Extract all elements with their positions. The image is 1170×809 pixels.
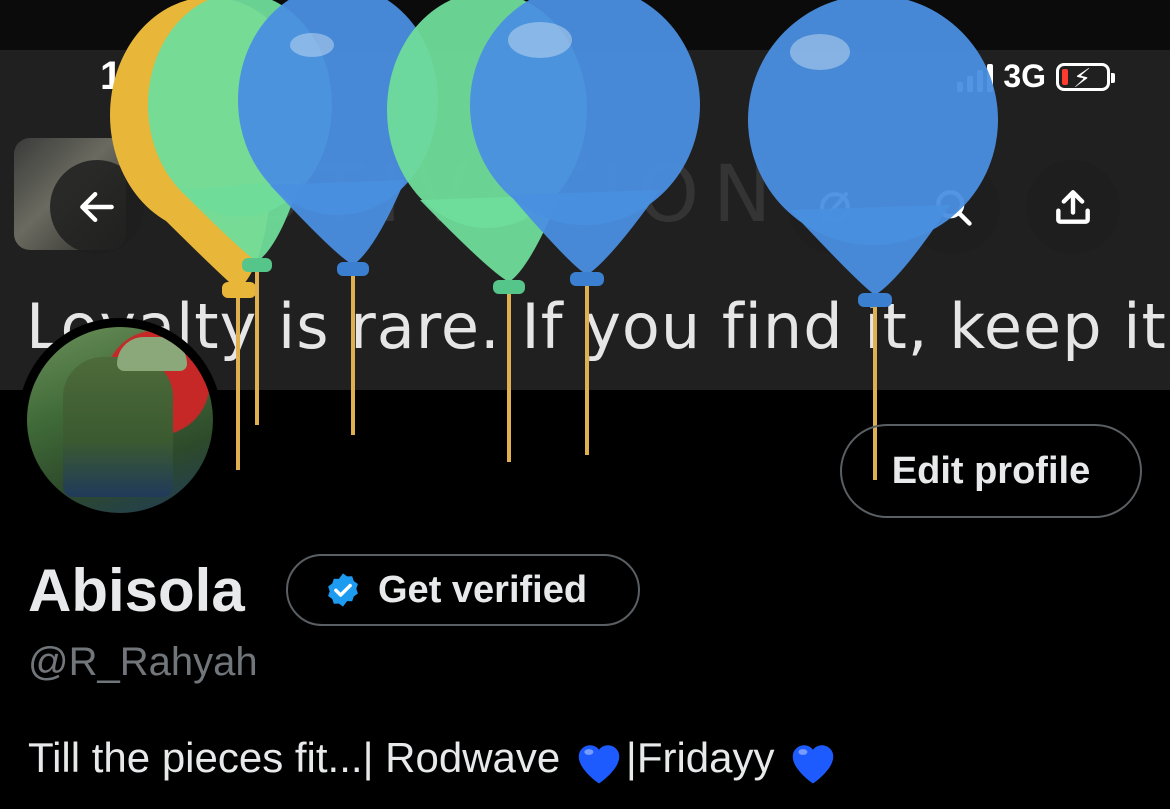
- eye-slash-icon: [820, 192, 850, 222]
- back-button[interactable]: [50, 160, 144, 254]
- status-time: 15:01: [100, 54, 203, 98]
- status-indicators: 3G ⚡: [957, 58, 1115, 95]
- verified-badge-icon: [328, 573, 358, 607]
- hide-button[interactable]: [788, 160, 882, 254]
- arrow-left-icon: [80, 191, 114, 223]
- banner-watermark: MOTIVATION: [160, 150, 786, 240]
- avatar[interactable]: [18, 318, 222, 522]
- charging-icon: ⚡: [1073, 62, 1092, 93]
- blue-heart-icon: [792, 745, 834, 784]
- search-icon: [936, 190, 972, 226]
- profile-name: Abisola: [28, 557, 245, 624]
- profile-bio: Till the pieces fit...| Rodwave |Fridayy: [28, 734, 840, 786]
- network-type: 3G: [1003, 58, 1046, 94]
- edit-profile-button[interactable]: Edit profile: [840, 424, 1142, 518]
- avatar-photo: [27, 327, 213, 513]
- get-verified-button[interactable]: Get verified: [286, 554, 640, 626]
- bio-text-part-2: |Fridayy: [625, 734, 775, 781]
- share-icon: [1056, 190, 1090, 224]
- get-verified-label: Get verified: [378, 568, 588, 611]
- banner-quote: Loyalty is rare. If you find it, keep it…: [26, 290, 1170, 363]
- search-button[interactable]: [906, 160, 1000, 254]
- share-button[interactable]: [1026, 160, 1120, 254]
- banner-top-strip: [0, 0, 1170, 50]
- profile-handle: @R_Rahyah: [28, 640, 258, 684]
- blue-heart-icon: [578, 745, 620, 784]
- bio-text-part-1: Till the pieces fit...| Rodwave: [28, 734, 572, 781]
- signal-icon: [957, 62, 994, 92]
- battery-icon: ⚡: [1056, 62, 1115, 93]
